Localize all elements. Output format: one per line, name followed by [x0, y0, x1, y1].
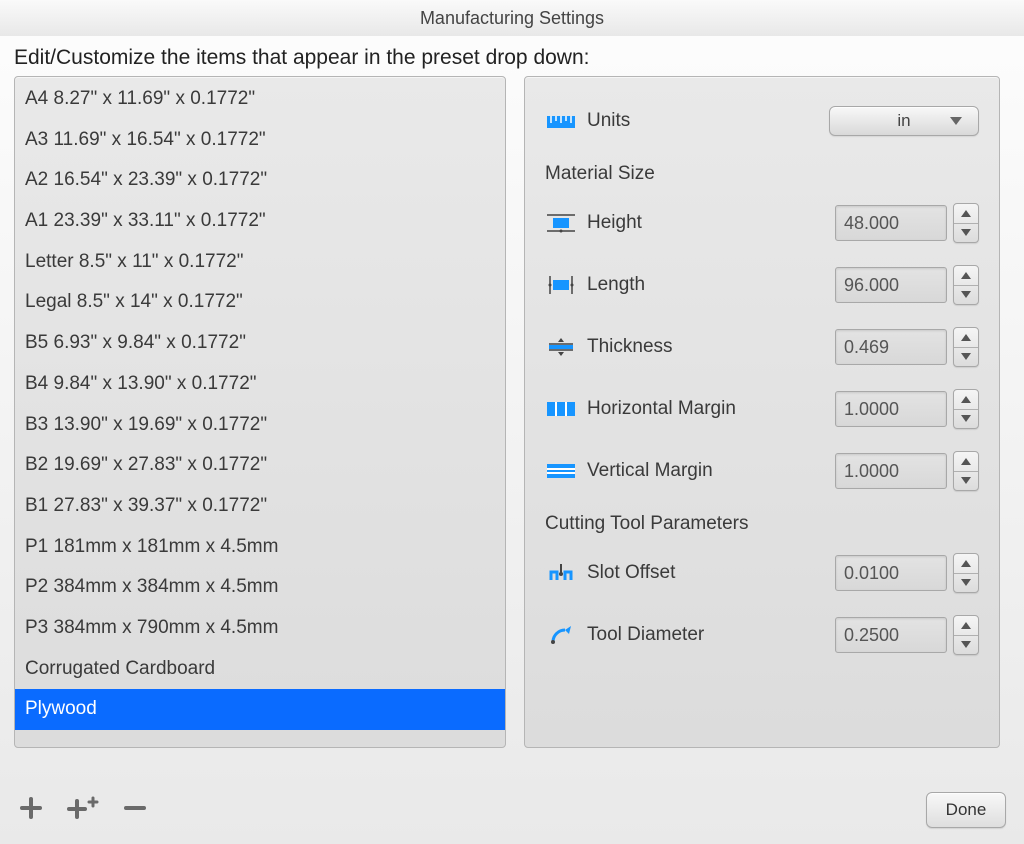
vertical-margin-input[interactable]: 1.0000 [835, 453, 947, 489]
detail-panel: Units in Material Size Height [524, 76, 1000, 748]
duplicate-preset-button[interactable] [66, 795, 100, 826]
stepper-up[interactable] [954, 452, 978, 472]
vertical-margin-stepper[interactable] [953, 451, 979, 491]
stepper-down[interactable] [954, 410, 978, 429]
main-area: A4 8.27" x 11.69" x 0.1772"A3 11.69" x 1… [0, 76, 1024, 776]
stepper-up[interactable] [954, 616, 978, 636]
preset-list[interactable]: A4 8.27" x 11.69" x 0.1772"A3 11.69" x 1… [14, 76, 506, 748]
thickness-icon [545, 334, 577, 360]
preset-row[interactable]: P2 384mm x 384mm x 4.5mm [15, 567, 505, 608]
tool-diameter-label: Tool Diameter [587, 624, 835, 646]
preset-row[interactable]: B1 27.83" x 39.37" x 0.1772" [15, 486, 505, 527]
tool-diameter-row: Tool Diameter 0.2500 [545, 609, 979, 661]
height-label: Height [587, 212, 835, 234]
stepper-up[interactable] [954, 390, 978, 410]
tool-diameter-icon [545, 622, 577, 648]
vertical-margin-row: Vertical Margin 1.0000 [545, 445, 979, 497]
preset-row[interactable]: B4 9.84" x 13.90" x 0.1772" [15, 364, 505, 405]
ruler-icon [545, 108, 577, 134]
horizontal-margin-input[interactable]: 1.0000 [835, 391, 947, 427]
preset-row[interactable]: A3 11.69" x 16.54" x 0.1772" [15, 120, 505, 161]
preset-row[interactable]: B2 19.69" x 27.83" x 0.1772" [15, 445, 505, 486]
manufacturing-settings-window: Manufacturing Settings Edit/Customize th… [0, 0, 1024, 844]
preset-row[interactable]: A4 8.27" x 11.69" x 0.1772" [15, 79, 505, 120]
vertical-margin-label: Vertical Margin [587, 460, 835, 482]
height-input[interactable]: 48.000 [835, 205, 947, 241]
footer: Done [0, 776, 1024, 844]
slot-offset-icon [545, 560, 577, 586]
stepper-up[interactable] [954, 554, 978, 574]
units-value: in [897, 111, 910, 131]
slot-offset-label: Slot Offset [587, 562, 835, 584]
stepper-down[interactable] [954, 348, 978, 367]
units-dropdown[interactable]: in [829, 106, 979, 136]
window-title: Manufacturing Settings [0, 0, 1024, 36]
stepper-up[interactable] [954, 204, 978, 224]
horizontal-margin-stepper[interactable] [953, 389, 979, 429]
thickness-input[interactable]: 0.469 [835, 329, 947, 365]
stepper-up[interactable] [954, 266, 978, 286]
thickness-row: Thickness 0.469 [545, 321, 979, 373]
stepper-down[interactable] [954, 224, 978, 243]
thickness-stepper[interactable] [953, 327, 979, 367]
length-input[interactable]: 96.000 [835, 267, 947, 303]
add-preset-button[interactable] [18, 795, 44, 826]
preset-row[interactable]: Corrugated Cardboard [15, 649, 505, 690]
cutting-tool-heading: Cutting Tool Parameters [545, 513, 979, 535]
slot-offset-input[interactable]: 0.0100 [835, 555, 947, 591]
height-row: Height 48.000 [545, 197, 979, 249]
thickness-label: Thickness [587, 336, 835, 358]
horizontal-margin-icon [545, 396, 577, 422]
units-label: Units [587, 110, 829, 132]
stepper-down[interactable] [954, 286, 978, 305]
subtitle-label: Edit/Customize the items that appear in … [0, 36, 1024, 76]
preset-row[interactable]: Plywood [15, 689, 505, 730]
stepper-down[interactable] [954, 636, 978, 655]
chevron-down-icon [950, 117, 962, 125]
preset-row[interactable]: B3 13.90" x 19.69" x 0.1772" [15, 405, 505, 446]
length-stepper[interactable] [953, 265, 979, 305]
height-stepper[interactable] [953, 203, 979, 243]
preset-row[interactable]: B5 6.93" x 9.84" x 0.1772" [15, 323, 505, 364]
vertical-margin-icon [545, 458, 577, 484]
preset-row[interactable]: A2 16.54" x 23.39" x 0.1772" [15, 160, 505, 201]
stepper-down[interactable] [954, 472, 978, 491]
remove-preset-button[interactable] [122, 795, 148, 826]
done-button[interactable]: Done [926, 792, 1006, 828]
stepper-up[interactable] [954, 328, 978, 348]
preset-row[interactable]: Legal 8.5" x 14" x 0.1772" [15, 282, 505, 323]
preset-row[interactable]: P3 384mm x 790mm x 4.5mm [15, 608, 505, 649]
footer-left [18, 795, 148, 826]
horizontal-margin-row: Horizontal Margin 1.0000 [545, 383, 979, 435]
preset-row[interactable]: P1 181mm x 181mm x 4.5mm [15, 527, 505, 568]
length-icon [545, 272, 577, 298]
length-label: Length [587, 274, 835, 296]
length-row: Length 96.000 [545, 259, 979, 311]
tool-diameter-input[interactable]: 0.2500 [835, 617, 947, 653]
material-size-heading: Material Size [545, 163, 979, 185]
slot-offset-stepper[interactable] [953, 553, 979, 593]
stepper-down[interactable] [954, 574, 978, 593]
slot-offset-row: Slot Offset 0.0100 [545, 547, 979, 599]
units-row: Units in [545, 95, 979, 147]
preset-row[interactable]: Letter 8.5" x 11" x 0.1772" [15, 242, 505, 283]
preset-row[interactable]: A1 23.39" x 33.11" x 0.1772" [15, 201, 505, 242]
height-icon [545, 210, 577, 236]
tool-diameter-stepper[interactable] [953, 615, 979, 655]
horizontal-margin-label: Horizontal Margin [587, 398, 835, 420]
